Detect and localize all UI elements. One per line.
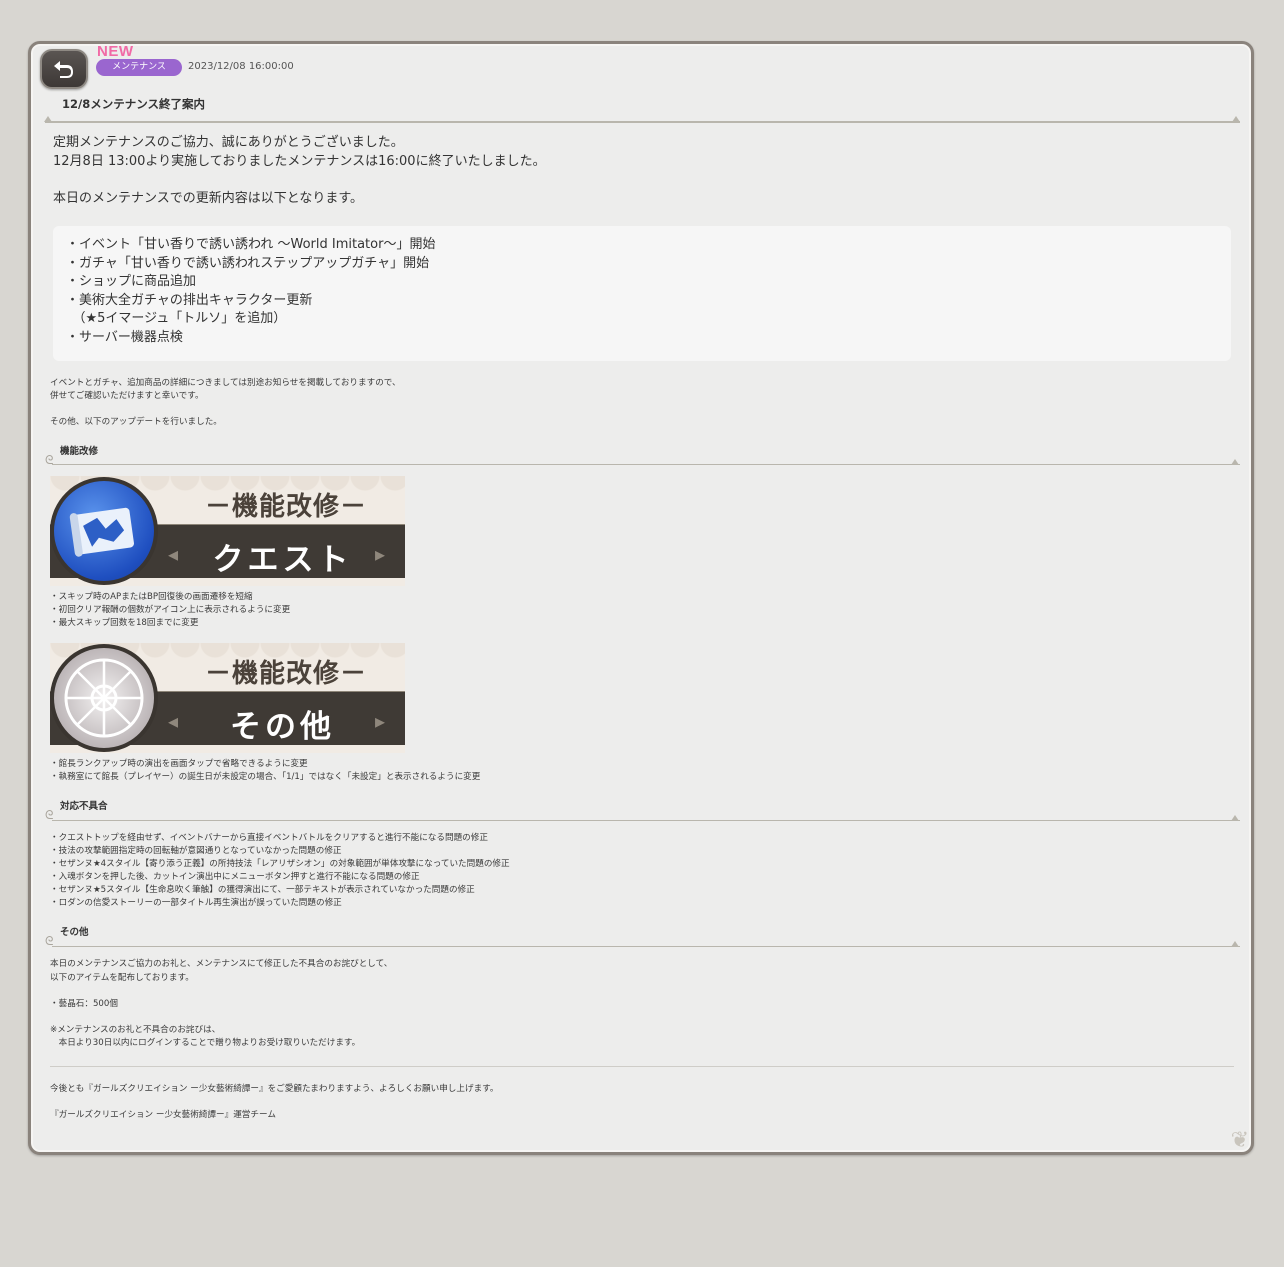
section-divider <box>52 820 1240 821</box>
section-heading-other: その他 <box>60 927 89 938</box>
title-divider <box>45 121 1240 123</box>
feature-item: ・初回クリア報酬の個数がアイコン上に表示されるように変更 <box>50 605 291 615</box>
feature-item: ・執務室にて館長（プレイヤー）の誕生日が未設定の場合、「1/1」ではなく「未設定… <box>50 772 481 782</box>
divider-end-ornament <box>1231 815 1239 821</box>
other-line: ※メンテナンスのお礼と不具合のお詫びは、 <box>50 1025 221 1035</box>
other-line: 本日のメンテナンスご協力のお礼と、メンテナンスにて修正した不具合のお詫びとして、 <box>50 959 393 969</box>
list-item: ・イベント「甘い香りで誘い誘われ 〜World Imitator〜」開始 <box>66 237 436 252</box>
team-signature: 『ガールズクリエイション ー少女藝術綺譚ー』運営チーム <box>50 1110 276 1120</box>
other-line: 以下のアイテムを配布しております。 <box>50 973 194 983</box>
section-heading-feature: 機能改修 <box>60 446 99 457</box>
intro-line: 定期メンテナンスのご協力、誠にありがとうございました。 <box>53 135 404 150</box>
bug-item: ・技法の攻撃範囲指定時の回転軸が意図通りとなっていなかった問題の修正 <box>50 846 342 856</box>
map-scroll-icon <box>50 477 158 585</box>
divider-end-ornament <box>44 116 52 122</box>
list-item: （★5イマージュ「トルソ」を追加） <box>66 311 287 327</box>
divider-end-ornament <box>1231 459 1239 465</box>
other-banner: －機能改修－ ◂ ▸ その他 <box>50 643 405 753</box>
notice-title: 12/8メンテナンス終了案内 <box>62 97 205 111</box>
category-badge: メンテナンス <box>96 59 182 76</box>
feature-item: ・最大スキップ回数を18回までに変更 <box>50 618 199 628</box>
list-item: ・ショップに商品追加 <box>66 274 197 290</box>
note-line: その他、以下のアップデートを行いました。 <box>50 417 222 427</box>
closing-text: 今後とも『ガールズクリエイション ー少女藝術綺譚ー』をご愛顧たまわりますよう、よ… <box>50 1084 499 1094</box>
divider-end-ornament <box>1232 116 1240 122</box>
section-divider <box>52 464 1240 465</box>
bug-item: ・ロダンの信愛ストーリーの一部タイトル再生演出が誤っていた問題の修正 <box>50 898 342 908</box>
swirl-ornament-icon: ᘓ <box>45 453 54 467</box>
section-divider <box>52 946 1240 947</box>
feature-item: ・スキップ時のAPまたはBP回復後の画面遷移を短縮 <box>50 592 253 602</box>
corner-ornament-icon: ❦ <box>1230 1128 1249 1153</box>
note-line: イベントとガチャ、追加商品の詳細につきましては別途お知らせを掲載しておりますので… <box>50 378 401 388</box>
bug-item: ・セザンヌ★5スタイル【生命息吹く筆触】の獲得演出にて、一部テキストが表示されて… <box>50 885 475 895</box>
rose-window-icon <box>50 644 158 752</box>
return-arrow-icon <box>54 61 73 78</box>
list-item: ・美術大全ガチャの排出キャラクター更新 <box>66 292 313 308</box>
bug-item: ・セザンヌ★4スタイル【寄り添う正義】の所持技法「レアリザシオン」の対象範囲が単… <box>50 859 510 869</box>
intro-line: 本日のメンテナンスでの更新内容は以下となります。 <box>53 191 364 206</box>
other-line: ・藝晶石：500個 <box>50 999 118 1009</box>
divider-end-ornament <box>1231 941 1239 947</box>
list-item: ・ガチャ「甘い香りで誘い誘われステップアップガチャ」開始 <box>66 255 430 271</box>
feature-item: ・館長ランクアップ時の演出を画面タップで省略できるように変更 <box>50 759 308 769</box>
bug-item: ・入魂ボタンを押した後、カットイン演出中にメニューボタン押すと進行不能になる問題… <box>50 872 420 882</box>
new-label: NEW <box>97 43 134 60</box>
bug-item: ・クエストトップを経由せず、イベントバナーから直接イベントバトルをクリアすると進… <box>50 833 488 843</box>
banner-label: －機能改修－ <box>205 492 368 522</box>
intro-line: 12月8日 13:00より実施しておりましたメンテナンスは16:00に終了いたし… <box>53 154 546 169</box>
update-list: ・イベント「甘い香りで誘い誘われ 〜World Imitator〜」開始 ・ガチ… <box>66 236 435 348</box>
quest-banner: －機能改修－ ◂ ▸ クエスト <box>50 476 405 586</box>
post-date: 2023/12/08 16:00:00 <box>188 61 294 72</box>
list-item: ・サーバー機器点検 <box>66 329 183 345</box>
note-line: 併せてご確認いただけますと幸いです。 <box>50 391 204 401</box>
section-heading-bugs: 対応不具合 <box>60 801 108 812</box>
banner-label: －機能改修－ <box>205 659 368 689</box>
footer-divider <box>50 1066 1234 1067</box>
other-line: 本日より30日以内にログインすることで贈り物よりお受け取りいただけます。 <box>50 1038 361 1048</box>
back-button[interactable] <box>40 49 88 89</box>
